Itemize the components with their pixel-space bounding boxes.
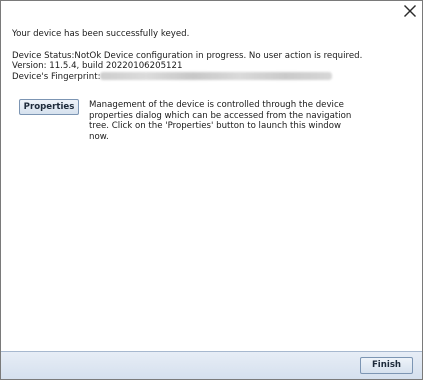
dialog-content: Your device has been successfully keyed.… [12,29,414,82]
dialog-footer: Finish [1,351,422,379]
properties-description: Management of the device is controlled t… [89,100,352,142]
title-bar [1,1,422,21]
success-message: Your device has been successfully keyed. [12,29,190,39]
finish-button[interactable]: Finish [360,357,413,374]
fingerprint-line: Device's Fingerprint: [12,71,414,83]
fingerprint-value-redacted [100,71,333,80]
close-button[interactable] [402,3,418,19]
device-status-text: Device Status:NotOk Device configuration… [12,50,363,61]
close-icon [404,5,416,17]
version-text: Version: 11.5.4, build 20220106205121 [12,61,183,72]
device-info: Device Status:NotOk Device configuration… [12,51,414,83]
properties-button[interactable]: Properties [19,99,79,115]
device-keyed-dialog: Your device has been successfully keyed.… [0,0,423,380]
fingerprint-label: Device's Fingerprint: [12,71,101,82]
